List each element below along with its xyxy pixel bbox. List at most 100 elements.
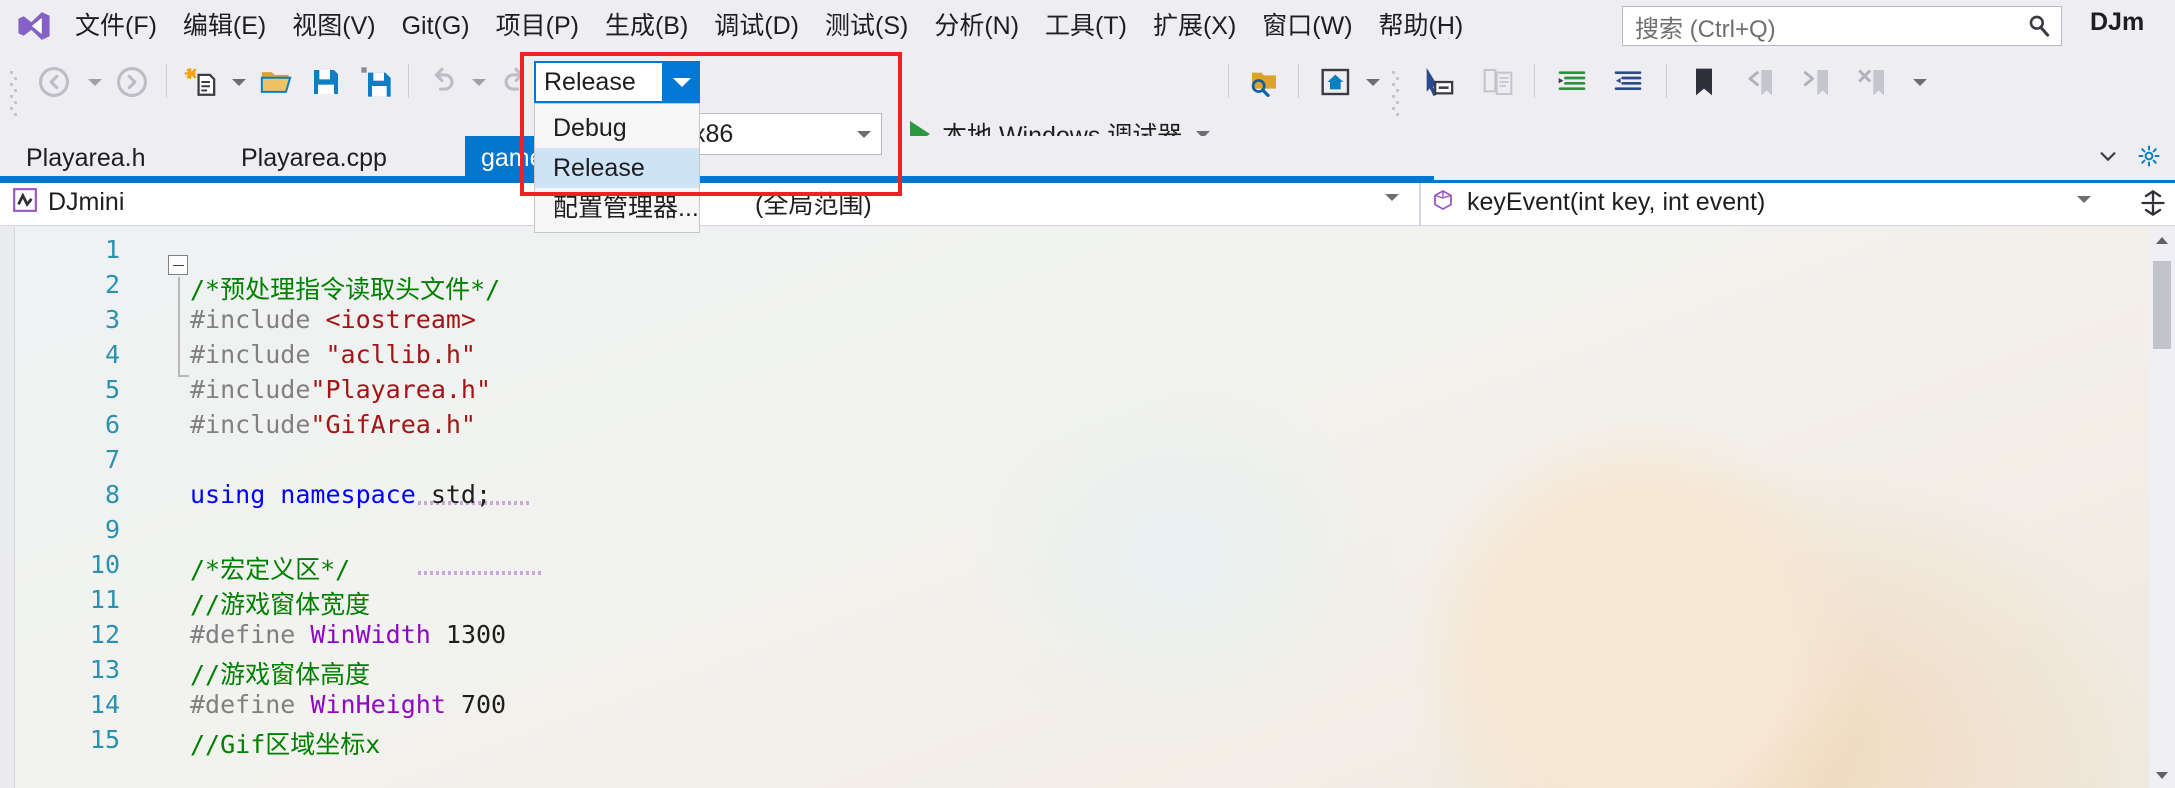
project-selector-chevron-down-icon[interactable] <box>1385 194 1399 201</box>
save-icon[interactable] <box>302 62 350 102</box>
method-icon <box>1431 188 1455 217</box>
menu-item-window[interactable]: 窗口(W) <box>1249 10 1365 43</box>
code-token: #include <box>190 375 311 404</box>
code-line[interactable]: #define WinWidth 1300 <box>190 620 506 649</box>
platform-combo[interactable]: x86 <box>682 113 882 155</box>
standard-toolbar: x86 本地 Windows 调试器 <box>0 52 2175 155</box>
project-name: DJmini <box>48 188 125 216</box>
visual-studio-window: 文件(F) 编辑(E) 视图(V) Git(G) 项目(P) 生成(B) 调试(… <box>0 0 2175 788</box>
dropdown-option-configuration-manager[interactable]: 配置管理器... <box>535 188 699 228</box>
member-selector-chevron-down-icon[interactable] <box>2077 195 2091 203</box>
line-number: 1 <box>104 235 120 264</box>
menu-item-debug[interactable]: 调试(D) <box>701 10 812 43</box>
undo-dropdown[interactable] <box>466 62 492 102</box>
code-token: std; <box>415 480 492 509</box>
search-box[interactable]: 搜索 (Ctrl+Q) <box>1622 6 2062 46</box>
code-line[interactable]: #include <iostream> <box>190 305 476 334</box>
menu-item-project[interactable]: 项目(P) <box>483 10 592 43</box>
new-item-icon[interactable] <box>176 62 224 102</box>
project-selector[interactable]: DJmini (全局范围) <box>0 179 1420 226</box>
menu-item-test[interactable]: 测试(S) <box>812 10 921 43</box>
code-editor[interactable]: 1 2/*预处理指令读取头文件*/3 #include <iostream> 4 #in… <box>0 227 2175 788</box>
code-line[interactable]: //Gif区域坐标x <box>190 725 380 761</box>
line-number: 11 <box>89 585 120 614</box>
open-folder-icon[interactable] <box>252 62 300 102</box>
dropdown-option-release[interactable]: Release <box>535 148 699 188</box>
navigate-back-dropdown[interactable] <box>82 62 108 102</box>
code-line[interactable]: //游戏窗体宽度 <box>190 585 370 621</box>
toolbar-grip-2[interactable] <box>1392 68 1400 116</box>
code-line[interactable]: #define WinHeight 700 <box>190 690 506 719</box>
dropdown-option-debug[interactable]: Debug <box>535 108 699 148</box>
scroll-down-icon[interactable] <box>2149 762 2175 788</box>
menu-item-file[interactable]: 文件(F) <box>62 10 170 43</box>
pointer-select-icon[interactable] <box>1412 62 1464 102</box>
code-line[interactable]: #include"GifArea.h" <box>190 410 476 439</box>
editor-vertical-scrollbar[interactable] <box>2149 227 2175 788</box>
code-token: 1300 <box>430 620 507 649</box>
fold-region-foot <box>178 375 189 377</box>
line-number: 14 <box>89 690 120 719</box>
tab-list-chevron-down-icon[interactable] <box>2097 145 2119 172</box>
toolbar-overflow-icon[interactable] <box>1900 62 1940 102</box>
code-token: #define <box>190 620 311 649</box>
menu-item-extensions[interactable]: 扩展(X) <box>1140 10 1249 43</box>
save-all-icon[interactable] <box>352 62 400 102</box>
configuration-combo-chevron-down-icon[interactable] <box>664 61 700 103</box>
scope-selector[interactable]: (全局范围) <box>755 180 872 226</box>
line-number: 13 <box>89 655 120 684</box>
line-number: 9 <box>104 515 120 544</box>
clear-bookmarks-icon[interactable] <box>1846 62 1898 102</box>
configuration-combo-value: Release <box>544 67 636 96</box>
home-dropdown[interactable] <box>1360 62 1386 102</box>
menu-item-git[interactable]: Git(G) <box>389 10 483 43</box>
code-line[interactable]: using namespace std; <box>190 480 491 509</box>
line-number: 10 <box>89 550 120 579</box>
find-in-files-icon[interactable] <box>1240 62 1288 102</box>
chevron-down-icon[interactable] <box>847 130 881 138</box>
increase-indent-icon[interactable] <box>1546 62 1598 102</box>
navigate-forward-button[interactable] <box>108 62 156 102</box>
code-line[interactable]: /*宏定义区*/ <box>190 550 350 586</box>
bookmark-icon[interactable] <box>1678 62 1730 102</box>
code-token: //游戏窗体宽度 <box>190 590 371 619</box>
undo-icon[interactable] <box>418 62 466 102</box>
code-token: #include <box>190 410 311 439</box>
search-input[interactable]: 搜索 (Ctrl+Q) <box>1623 9 2017 44</box>
new-item-dropdown[interactable] <box>226 62 252 102</box>
configuration-dropdown-menu[interactable]: Debug Release 配置管理器... <box>534 103 700 233</box>
code-line[interactable]: /*预处理指令读取头文件*/ <box>190 270 500 306</box>
redo-icon[interactable] <box>492 62 540 102</box>
home-icon[interactable] <box>1312 62 1360 102</box>
scroll-thumb[interactable] <box>2153 261 2171 349</box>
menu-item-tools[interactable]: 工具(T) <box>1032 10 1140 43</box>
navigate-back-button[interactable] <box>30 62 78 102</box>
next-bookmark-icon[interactable] <box>1790 62 1842 102</box>
tab-strip-actions <box>2097 136 2167 180</box>
code-line[interactable]: //游戏窗体高度 <box>190 655 370 691</box>
code-token: //Gif区域坐标x <box>190 730 381 759</box>
menu-item-analyze[interactable]: 分析(N) <box>921 10 1032 43</box>
menu-item-view[interactable]: 视图(V) <box>279 10 388 43</box>
menu-item-help[interactable]: 帮助(H) <box>1366 10 1477 43</box>
collapse-region-icon[interactable] <box>168 255 188 275</box>
tab-playarea-cpp[interactable]: Playarea.cpp <box>225 136 403 180</box>
code-line[interactable]: #include"Playarea.h" <box>190 375 491 404</box>
split-window-icon[interactable] <box>2139 188 2167 223</box>
code-line[interactable]: #include "acllib.h" <box>190 340 476 369</box>
member-selector[interactable]: keyEvent(int key, int event) <box>1420 179 2145 226</box>
line-number: 5 <box>104 375 120 404</box>
tab-playarea-h[interactable]: Playarea.h <box>10 136 162 180</box>
toolbar-grip[interactable] <box>10 68 18 116</box>
code-token: using namespace <box>190 480 416 509</box>
previous-bookmark-icon[interactable] <box>1734 62 1786 102</box>
menu-item-edit[interactable]: 编辑(E) <box>170 10 279 43</box>
gear-icon[interactable] <box>2137 144 2161 173</box>
compare-files-icon[interactable] <box>1472 62 1524 102</box>
menu-item-build[interactable]: 生成(B) <box>592 10 701 43</box>
scroll-up-icon[interactable] <box>2149 227 2175 253</box>
configuration-combo[interactable]: Release <box>534 61 664 103</box>
decrease-indent-icon[interactable] <box>1602 62 1654 102</box>
code-token: //游戏窗体高度 <box>190 660 371 689</box>
account-name[interactable]: DJm <box>2090 8 2144 37</box>
